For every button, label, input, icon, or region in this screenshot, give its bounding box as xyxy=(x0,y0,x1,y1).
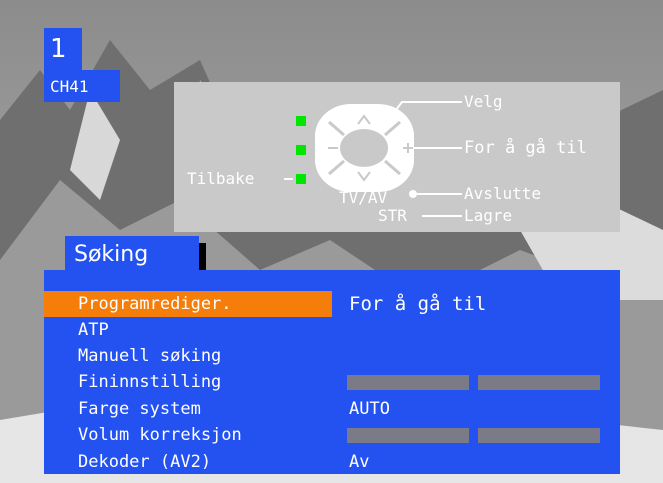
guide-back-label: Tilbake xyxy=(187,169,255,188)
menu-item-label: Farge system xyxy=(78,399,201,419)
channel-number: 1 xyxy=(44,28,82,70)
menu-item-atp[interactable]: ATP xyxy=(44,317,620,343)
volume-correction-bar-right xyxy=(478,428,600,443)
menu-item-volume-correction[interactable]: Volum korreksjon xyxy=(44,422,620,448)
remote-guide-panel: Velg For å gå til Tilbake TV/AV Avslutte… xyxy=(174,82,620,232)
volume-correction-bar-left xyxy=(347,428,469,443)
menu-item-label: Programrediger. xyxy=(44,291,332,317)
menu-item-value: Av xyxy=(349,452,370,472)
indicator-middle-icon xyxy=(296,145,306,155)
channel-name: CH41 xyxy=(44,70,120,102)
menu-item-decoder[interactable]: Dekoder (AV2) Av xyxy=(44,449,620,475)
guide-go-to-label: For å gå til xyxy=(464,138,587,158)
indicator-up-icon xyxy=(296,116,306,126)
menu-title: Søking xyxy=(65,236,199,273)
guide-exit-label: Avslutte xyxy=(464,184,542,203)
indicator-back-icon xyxy=(296,174,306,184)
guide-select-label: Velg xyxy=(464,92,503,111)
menu-item-value: For å gå til xyxy=(349,293,487,315)
tv-screen: 1 CH41 Velg For å gå til Tilbake TV/AV A… xyxy=(0,0,663,483)
tuning-menu: Programrediger. For å gå til ATP Manuell… xyxy=(44,270,620,474)
menu-item-label: ATP xyxy=(78,320,109,340)
menu-item-value: AUTO xyxy=(349,399,390,419)
guide-str-label: STR xyxy=(378,206,407,225)
menu-item-color-system[interactable]: Farge system AUTO xyxy=(44,396,620,422)
fine-tuning-bar-right xyxy=(478,375,600,390)
menu-item-label: Manuell søking xyxy=(78,346,222,366)
menu-item-label: Dekoder (AV2) xyxy=(78,452,212,472)
navigation-pad-icon xyxy=(315,104,414,192)
fine-tuning-bar-left xyxy=(347,375,469,390)
menu-item-program-edit[interactable]: Programrediger. For å gå til xyxy=(44,291,620,317)
menu-item-label: Volum korreksjon xyxy=(78,425,242,445)
menu-item-manual-search[interactable]: Manuell søking xyxy=(44,343,620,369)
guide-store-label: Lagre xyxy=(464,206,513,225)
menu-item-label: Fininnstilling xyxy=(78,372,222,392)
guide-tv-av-label: TV/AV xyxy=(339,188,388,207)
menu-item-fine-tuning[interactable]: Fininnstilling xyxy=(44,369,620,395)
